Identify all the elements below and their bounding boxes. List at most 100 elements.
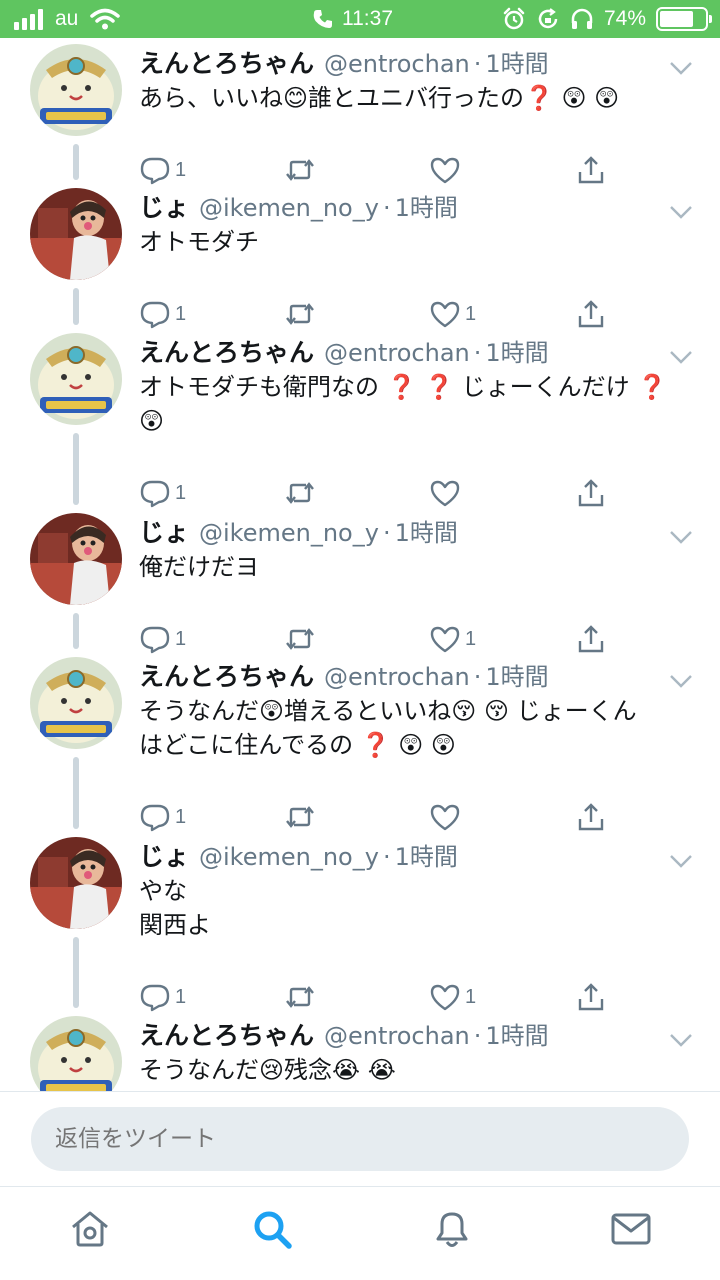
retweet-button[interactable] xyxy=(284,980,316,1014)
share-icon xyxy=(575,154,607,186)
tweet-text: オトモダチ xyxy=(139,228,259,256)
display-name[interactable]: えんとろちゃん xyxy=(139,657,314,693)
tweet-header: じょ @ikemen_no_y · 1時間 xyxy=(139,837,458,873)
reply-icon xyxy=(139,801,171,833)
tab-bar xyxy=(0,1186,720,1280)
like-button[interactable]: 1 xyxy=(429,297,476,331)
clock: 11:37 xyxy=(342,7,393,30)
reply-button[interactable]: 1 xyxy=(139,622,186,656)
separator-dot: · xyxy=(473,50,482,78)
retweet-icon xyxy=(284,981,316,1013)
tab-messages[interactable] xyxy=(609,1207,653,1251)
user-handle[interactable]: @entrochan xyxy=(324,1022,470,1050)
reply-button[interactable]: 1 xyxy=(139,297,186,331)
thread-connector xyxy=(73,433,79,505)
tweet-text: そうなんだ😲増えるといいね😚 😚 じょーくん はどこに住んでるの ❓ 😲 😲 xyxy=(139,697,637,759)
like-button[interactable] xyxy=(429,153,465,187)
conversation-thread[interactable]: えんとろちゃん @entrochan · 1時間 あら、いいね😊誰とユニバ行ったの❓ 😲… xyxy=(0,38,720,1091)
user-handle[interactable]: @ikemen_no_y xyxy=(199,519,379,547)
retweet-icon xyxy=(284,154,316,186)
reply-count: 1 xyxy=(175,627,187,650)
display-name[interactable]: えんとろちゃん xyxy=(139,44,314,80)
tweet-timestamp[interactable]: 1時間 xyxy=(485,657,548,692)
tweet-actions: 1 xyxy=(139,153,699,187)
tweet-header: えんとろちゃん @entrochan · 1時間 xyxy=(139,44,549,80)
chevron-down-icon[interactable] xyxy=(668,673,694,689)
tab-notifications[interactable] xyxy=(430,1207,474,1251)
avatar[interactable] xyxy=(30,657,122,749)
reply-icon xyxy=(139,154,171,186)
share-button[interactable] xyxy=(575,476,607,510)
tweet-text: 俺だけだヨ xyxy=(139,553,259,581)
like-button[interactable] xyxy=(429,800,465,834)
share-button[interactable] xyxy=(575,297,607,331)
retweet-button[interactable] xyxy=(284,622,316,656)
tweet-actions: 11 xyxy=(139,980,699,1014)
share-icon xyxy=(575,298,607,330)
user-handle[interactable]: @ikemen_no_y xyxy=(199,843,379,871)
separator-dot: · xyxy=(473,663,482,691)
display-name[interactable]: じょ xyxy=(139,188,189,224)
headphones-icon xyxy=(571,8,593,29)
reply-count: 1 xyxy=(175,985,187,1008)
tab-home[interactable] xyxy=(68,1207,112,1251)
chevron-down-icon[interactable] xyxy=(668,529,694,545)
rotation-lock-icon xyxy=(538,8,558,29)
display-name[interactable]: えんとろちゃん xyxy=(139,1016,314,1052)
user-handle[interactable]: @ikemen_no_y xyxy=(199,194,379,222)
avatar[interactable] xyxy=(30,513,122,605)
tab-search[interactable] xyxy=(250,1207,294,1251)
user-handle[interactable]: @entrochan xyxy=(324,50,470,78)
like-button[interactable]: 1 xyxy=(429,622,476,656)
tweet-timestamp[interactable]: 1時間 xyxy=(395,837,458,872)
chevron-down-icon[interactable] xyxy=(668,1032,694,1048)
chevron-down-icon[interactable] xyxy=(668,60,694,76)
share-button[interactable] xyxy=(575,622,607,656)
reply-icon xyxy=(139,981,171,1013)
chevron-down-icon[interactable] xyxy=(668,349,694,365)
retweet-button[interactable] xyxy=(284,800,316,834)
chevron-down-icon[interactable] xyxy=(668,853,694,869)
avatar[interactable] xyxy=(30,188,122,280)
like-icon xyxy=(429,154,461,186)
separator-dot: · xyxy=(382,843,391,871)
separator-dot: · xyxy=(473,339,482,367)
battery-icon xyxy=(656,7,712,31)
tweet-timestamp[interactable]: 1時間 xyxy=(485,44,548,79)
display-name[interactable]: えんとろちゃん xyxy=(139,333,314,369)
search-icon xyxy=(254,1211,292,1249)
user-handle[interactable]: @entrochan xyxy=(324,663,470,691)
avatar[interactable] xyxy=(30,44,122,136)
share-button[interactable] xyxy=(575,980,607,1014)
battery-level xyxy=(660,11,693,27)
share-button[interactable] xyxy=(575,153,607,187)
retweet-icon xyxy=(284,801,316,833)
retweet-button[interactable] xyxy=(284,297,316,331)
like-button[interactable]: 1 xyxy=(429,980,476,1014)
tweet-timestamp[interactable]: 1時間 xyxy=(395,513,458,548)
avatar[interactable] xyxy=(30,837,122,929)
avatar[interactable] xyxy=(30,333,122,425)
reply-button[interactable]: 1 xyxy=(139,153,186,187)
tweet-actions: 1 xyxy=(139,800,699,834)
tweet-timestamp[interactable]: 1時間 xyxy=(485,1016,548,1051)
wifi-icon xyxy=(90,8,121,30)
avatar[interactable] xyxy=(30,1016,122,1091)
phone-call-icon xyxy=(313,10,332,28)
reply-button[interactable]: 1 xyxy=(139,800,186,834)
chevron-down-icon[interactable] xyxy=(668,204,694,220)
retweet-button[interactable] xyxy=(284,153,316,187)
share-button[interactable] xyxy=(575,800,607,834)
tweet-timestamp[interactable]: 1時間 xyxy=(395,188,458,223)
display-name[interactable]: じょ xyxy=(139,837,189,873)
display-name[interactable]: じょ xyxy=(139,513,189,549)
like-button[interactable] xyxy=(429,476,465,510)
tweet-timestamp[interactable]: 1時間 xyxy=(485,333,548,368)
like-count: 1 xyxy=(465,302,477,325)
reply-button[interactable]: 1 xyxy=(139,476,186,510)
retweet-button[interactable] xyxy=(284,476,316,510)
reply-input[interactable] xyxy=(31,1107,689,1171)
tweet-actions: 11 xyxy=(139,297,699,331)
user-handle[interactable]: @entrochan xyxy=(324,339,470,367)
reply-button[interactable]: 1 xyxy=(139,980,186,1014)
